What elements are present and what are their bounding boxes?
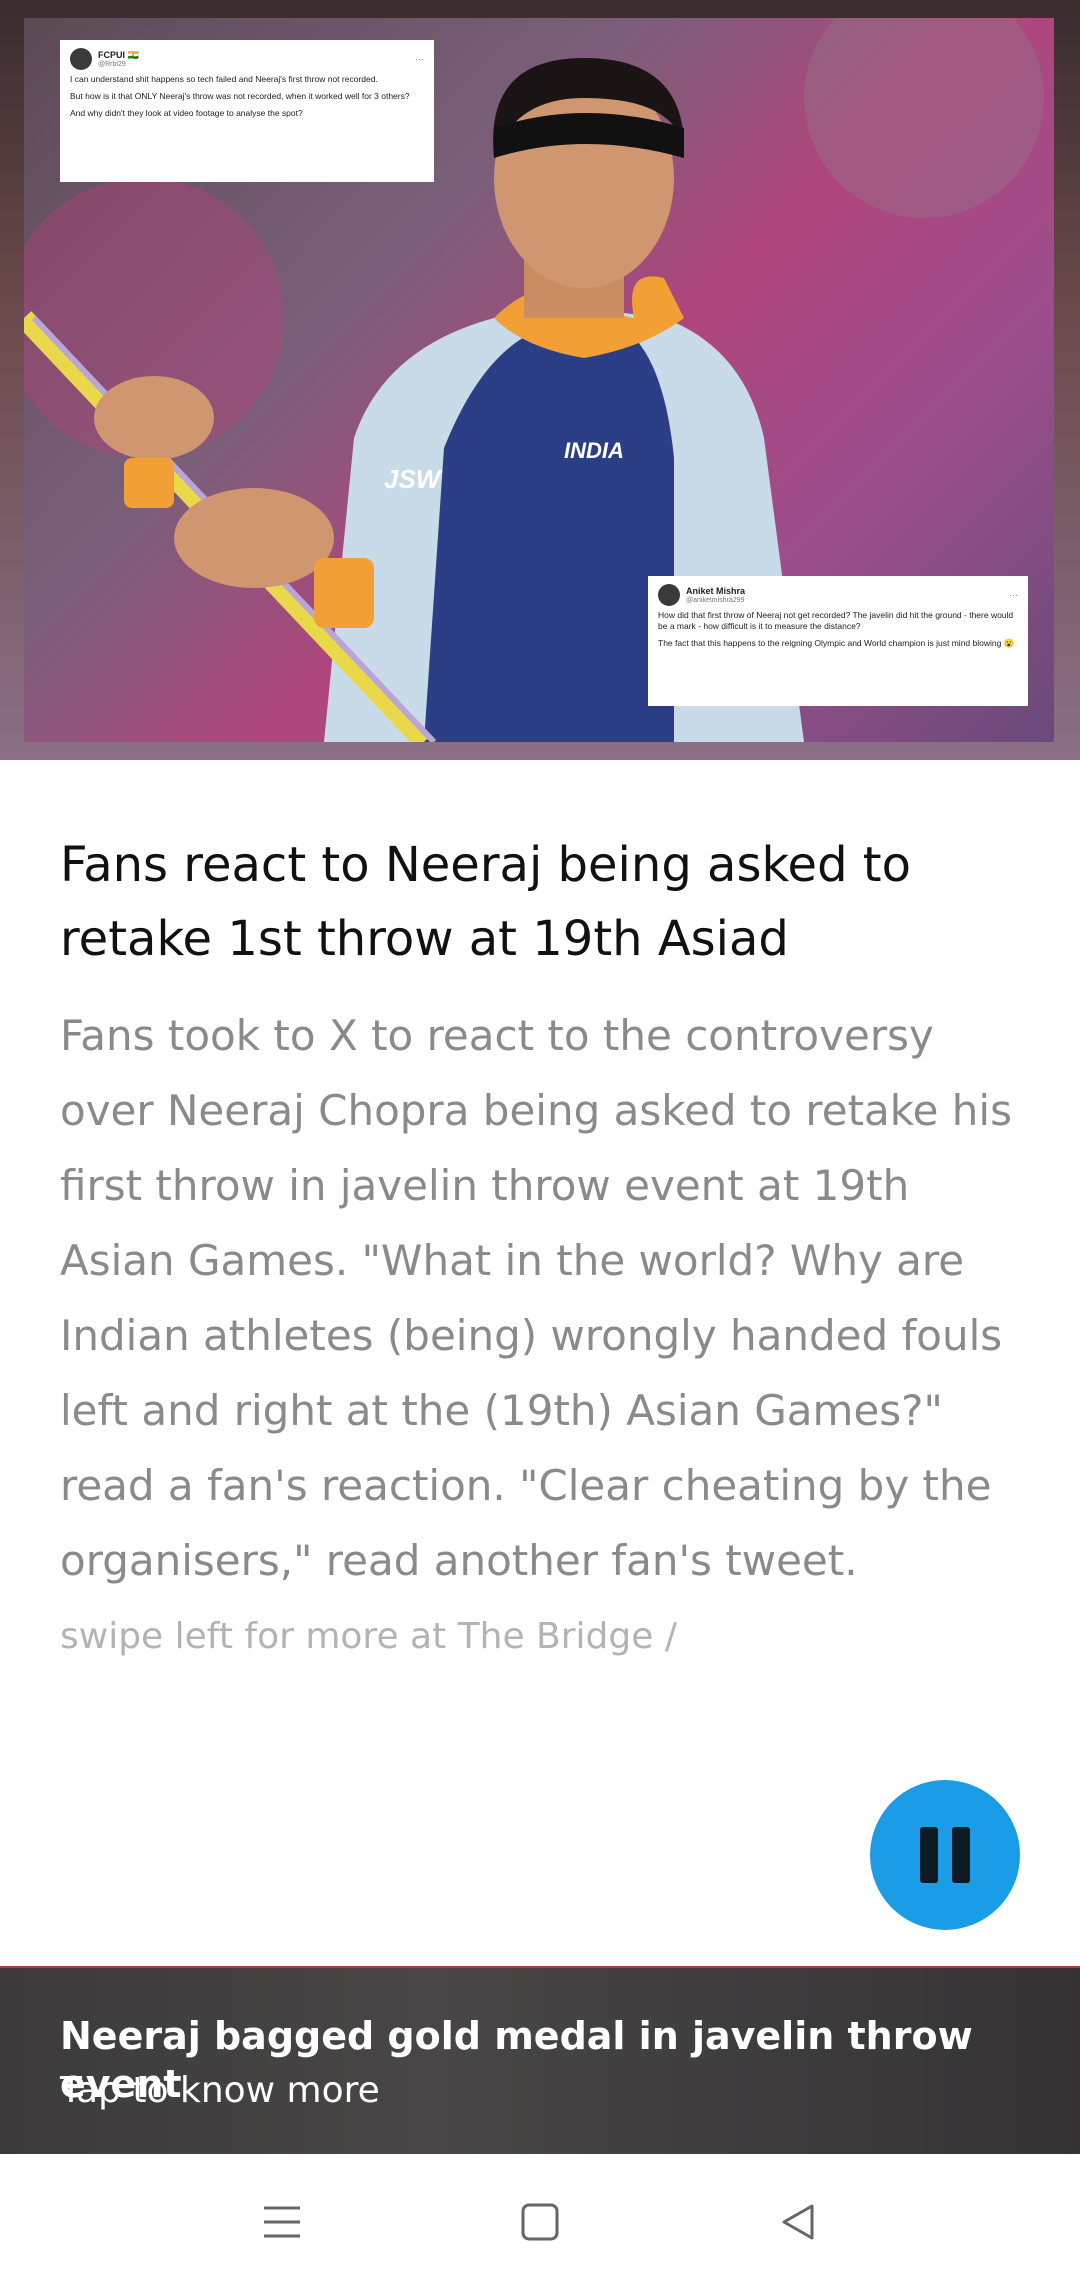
svg-text:JSW: JSW: [384, 464, 443, 494]
article-title: Fans react to Neeraj being asked to reta…: [60, 837, 911, 967]
tweet-author: Aniket Mishra: [686, 585, 746, 596]
avatar: [658, 584, 680, 606]
tweet-line: How did that first throw of Neeraj not g…: [658, 610, 1014, 631]
tweet-author: FCPUI 🇮🇳: [98, 49, 139, 60]
home-button[interactable]: [510, 2192, 570, 2252]
home-icon: [521, 2203, 559, 2241]
tweet-handle: @aniketmishra299: [686, 596, 745, 604]
menu-icon: [264, 2206, 300, 2238]
embedded-tweet-2: Aniket Mishra @aniketmishra299 ··· How d…: [648, 576, 1028, 706]
more-icon: ···: [415, 54, 424, 64]
system-navigation-bar: [0, 2154, 1080, 2285]
promo-subtitle: Tap to know more: [60, 2070, 380, 2111]
article-body: Fans took to X to react to the controver…: [60, 1011, 1012, 1585]
promo-banner[interactable]: Neeraj bagged gold medal in javelin thro…: [0, 1966, 1080, 2156]
embedded-tweet-1: FCPUI 🇮🇳 @Rrbl29 ··· I can understand sh…: [60, 40, 434, 182]
tweet-line: But how is it that ONLY Neeraj's throw w…: [70, 91, 410, 101]
avatar: [70, 48, 92, 70]
menu-button[interactable]: [252, 2192, 312, 2252]
hero-image[interactable]: INDIA JSW FCPUI 🇮🇳 @Rrbl29 ··· I can und…: [24, 18, 1054, 742]
pause-button[interactable]: [870, 1780, 1020, 1930]
more-icon: ···: [1009, 590, 1018, 600]
pause-icon: [952, 1827, 970, 1883]
tweet-line: I can understand shit happens so tech fa…: [70, 74, 378, 84]
tweet-line: The fact that this happens to the reigni…: [658, 638, 1015, 648]
pause-icon: [920, 1827, 938, 1883]
svg-text:INDIA: INDIA: [564, 438, 624, 463]
back-icon: [782, 2204, 814, 2240]
swipe-hint[interactable]: swipe left for more at The Bridge /: [60, 1612, 1020, 1662]
back-button[interactable]: [768, 2192, 828, 2252]
tweet-line: And why didn't they look at video footag…: [70, 108, 303, 118]
tweet-handle: @Rrbl29: [98, 60, 126, 68]
